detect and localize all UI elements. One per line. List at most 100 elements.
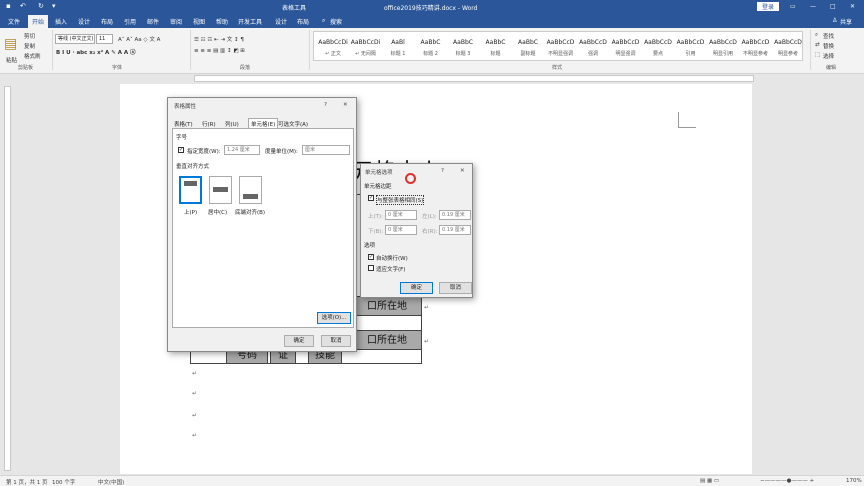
- view-icons[interactable]: ▤ ▦ ▭: [700, 478, 719, 484]
- undo-icon[interactable]: ↶: [20, 2, 26, 10]
- paste-icon[interactable]: ▤: [4, 36, 17, 52]
- tab-layout[interactable]: 布局: [101, 17, 113, 26]
- style-item[interactable]: AaBbCcD 要点: [641, 33, 675, 60]
- align-center-icon[interactable]: [209, 176, 232, 204]
- tab-column[interactable]: 列(U): [225, 120, 239, 128]
- replace-icon[interactable]: ⇄: [815, 42, 820, 48]
- login-button[interactable]: 登录: [757, 2, 780, 11]
- table-cell[interactable]: 口所在地: [352, 330, 422, 350]
- tab-review[interactable]: 审阅: [170, 17, 182, 26]
- tab-table-layout[interactable]: 布局: [297, 17, 309, 26]
- find-button[interactable]: 查找: [823, 32, 834, 40]
- font-size-select[interactable]: 11: [96, 34, 113, 44]
- table-cell[interactable]: 口所在地: [352, 296, 422, 316]
- style-item[interactable]: AaBbCcD 强调: [576, 33, 610, 60]
- style-item[interactable]: AaBbCcD 明显引用: [706, 33, 740, 60]
- font-format-icons[interactable]: B I U · abc x₂ x² A ✎ A A ⓐ: [56, 48, 136, 56]
- format-painter-button[interactable]: 格式刷: [24, 52, 41, 60]
- align-icons[interactable]: ≡ ≡ ≡ ▤ ▥ ↕ ◩ ⊞: [194, 48, 245, 54]
- maximize-button[interactable]: □: [830, 3, 836, 10]
- customize-icon[interactable]: ▾: [52, 2, 56, 10]
- user-icon[interactable]: ♙: [832, 17, 837, 24]
- ok-button[interactable]: 确定: [400, 282, 433, 294]
- share-button[interactable]: 共享: [840, 17, 852, 26]
- paste-button[interactable]: 粘贴: [6, 56, 17, 64]
- list-icons[interactable]: ☰ ☷ ☶ ⇤ ⇥ 文 ↕ ¶: [194, 35, 244, 43]
- style-item[interactable]: AaBbCcDi ↵ 无间隔: [349, 33, 383, 60]
- tab-mailings[interactable]: 邮件: [147, 17, 159, 26]
- same-as-table-checkbox[interactable]: ✓: [368, 195, 374, 201]
- tab-search[interactable]: 搜索: [330, 17, 342, 26]
- top-input[interactable]: 0 厘米: [385, 210, 417, 220]
- minimize-button[interactable]: —: [810, 3, 816, 10]
- ribbon-options-icon[interactable]: ▭: [790, 3, 796, 10]
- style-item[interactable]: AaBbCcDi ↵ 正文: [316, 33, 350, 60]
- search-icon[interactable]: ⌕: [322, 17, 325, 25]
- align-top-icon[interactable]: [179, 176, 202, 204]
- unit-select[interactable]: 厘米: [302, 145, 350, 155]
- cancel-button[interactable]: 取消: [439, 282, 472, 294]
- word-count[interactable]: 100 个字: [52, 478, 75, 486]
- language[interactable]: 中文(中国): [98, 478, 124, 486]
- help-button[interactable]: ?: [441, 168, 444, 174]
- align-bottom-icon[interactable]: [239, 176, 262, 204]
- zoom-level[interactable]: 170%: [846, 478, 862, 484]
- style-preview: AaBbC: [420, 39, 441, 46]
- tab-row[interactable]: 行(R): [202, 120, 216, 128]
- grow-font-icon[interactable]: A˄ A˅ Aa ◇ 文 A: [118, 35, 160, 43]
- tab-table[interactable]: 表格(T): [174, 120, 193, 128]
- tab-alt-text[interactable]: 可选文字(A): [278, 120, 308, 128]
- tab-design[interactable]: 设计: [78, 17, 90, 26]
- tab-table-design[interactable]: 设计: [275, 17, 287, 26]
- tab-file[interactable]: 文件: [8, 17, 20, 26]
- tab-insert[interactable]: 插入: [55, 17, 67, 26]
- right-input[interactable]: 0.19 厘米: [439, 225, 471, 235]
- ok-button[interactable]: 确定: [284, 335, 314, 347]
- find-icon[interactable]: ⌕: [815, 32, 818, 39]
- style-item[interactable]: AaBbCcD 引用: [674, 33, 708, 60]
- redo-icon[interactable]: ↻: [38, 2, 44, 10]
- select-icon[interactable]: ⬚: [815, 52, 820, 58]
- cancel-button[interactable]: 取消: [321, 335, 351, 347]
- style-item[interactable]: AaBbCcD 不明显参考: [739, 33, 773, 60]
- style-item[interactable]: AaBbC 标题 2: [414, 33, 448, 60]
- pref-width-checkbox[interactable]: ✓: [178, 147, 184, 153]
- close-button[interactable]: ✕: [343, 102, 348, 108]
- tab-references[interactable]: 引用: [124, 17, 136, 26]
- close-button[interactable]: ✕: [460, 168, 465, 174]
- page-count[interactable]: 第 1 页，共 1 页: [6, 478, 48, 486]
- zoom-slider[interactable]: −————●——— +: [760, 478, 814, 484]
- style-item[interactable]: AaBbCcD 明显参考: [771, 33, 805, 60]
- bottom-input[interactable]: 0 厘米: [385, 225, 417, 235]
- fit-text-checkbox[interactable]: [368, 265, 374, 271]
- help-button[interactable]: ?: [324, 102, 327, 108]
- tab-view[interactable]: 视图: [193, 17, 205, 26]
- tab-home[interactable]: 开始: [28, 15, 49, 28]
- style-item[interactable]: AaBbCcD 不明显强调: [544, 33, 578, 60]
- window-title: office2019技巧精讲.docx - Word: [384, 5, 478, 12]
- style-name: 明显引用: [712, 51, 733, 57]
- select-button[interactable]: 选择: [823, 52, 834, 60]
- save-icon[interactable]: ▪: [6, 2, 11, 10]
- styles-gallery[interactable]: AaBbCcDi ↵ 正文 AaBbCcDi ↵ 无间隔 AaBl 标题 1 AaBbC 标题…: [313, 31, 803, 61]
- close-button[interactable]: ✕: [850, 3, 855, 10]
- vertical-ruler[interactable]: [4, 86, 11, 471]
- style-item[interactable]: AaBbC 标题: [479, 33, 513, 60]
- style-item[interactable]: AaBbCcD 明显强调: [609, 33, 643, 60]
- replace-button[interactable]: 替换: [823, 42, 834, 50]
- left-input[interactable]: 0.19 厘米: [439, 210, 471, 220]
- cell-options-dialog: 单元格选项 ? ✕ 单元格边距 ✓ 与整张表格相同(S) 上(T): 0 厘米 …: [360, 163, 473, 298]
- cut-button[interactable]: 剪切: [24, 32, 35, 40]
- style-preview: AaBbCcD: [741, 39, 770, 46]
- tab-help[interactable]: 帮助: [216, 17, 228, 26]
- style-item[interactable]: AaBbC 副标题: [511, 33, 545, 60]
- horizontal-ruler[interactable]: [0, 74, 864, 83]
- style-item[interactable]: AaBl 标题 1: [381, 33, 415, 60]
- style-item[interactable]: AaBbC 标题 3: [446, 33, 480, 60]
- tab-developer[interactable]: 开发工具: [238, 17, 262, 26]
- copy-button[interactable]: 复制: [24, 42, 35, 50]
- wrap-text-checkbox[interactable]: ✓: [368, 254, 374, 260]
- width-input[interactable]: 1.24 厘米: [224, 145, 260, 155]
- options-button[interactable]: 选项(O)...: [317, 312, 351, 324]
- font-name-select[interactable]: 等线 (中文正文): [55, 34, 95, 44]
